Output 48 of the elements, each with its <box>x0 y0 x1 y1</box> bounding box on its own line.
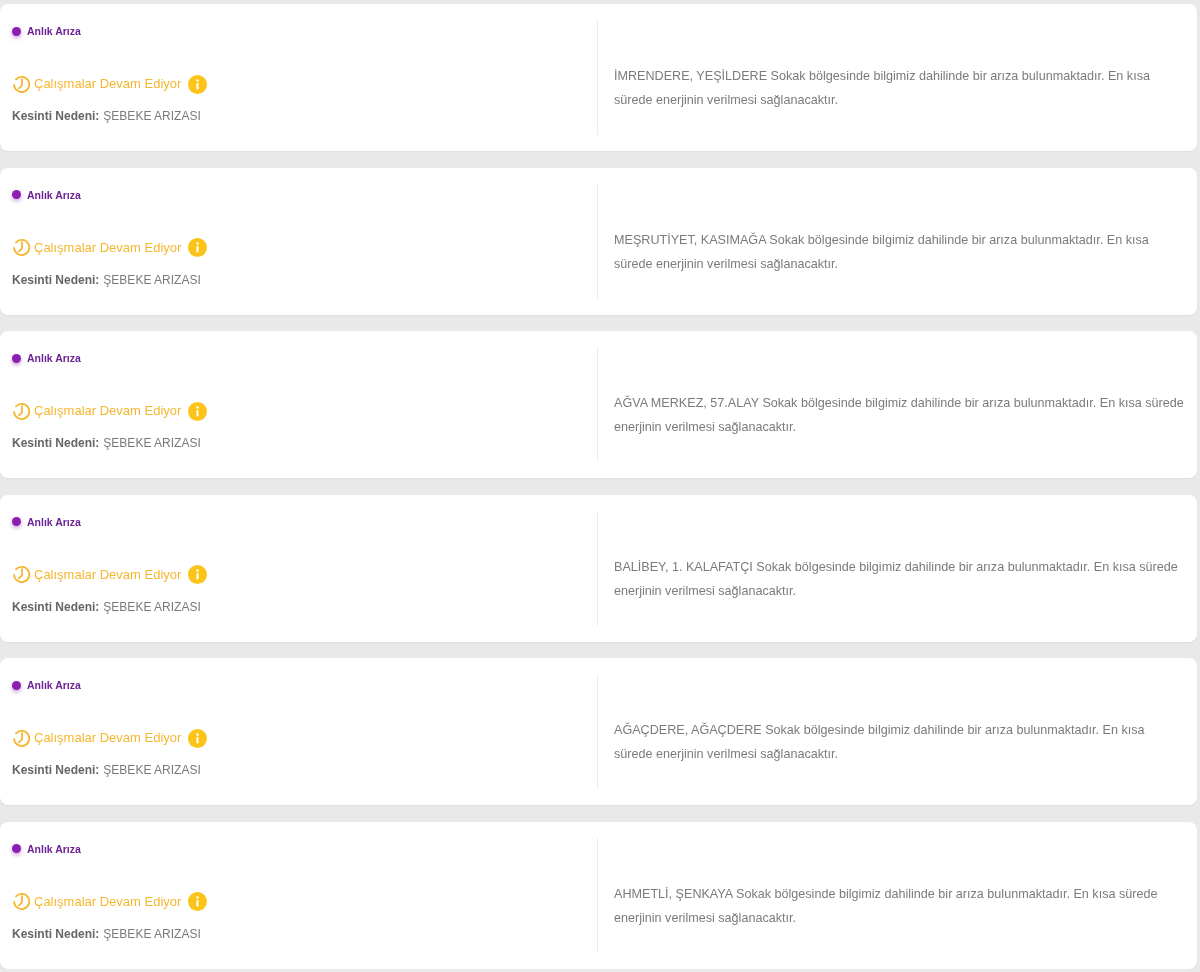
outage-description: AĞAÇDERE, AĞAÇDERE Sokak bölgesinde bilgimiz dahilinde bir arıza bulunmaktadır. En kısa sürede enerjinin verilmesi sağlanacaktır. <box>614 721 1146 764</box>
clock-icon <box>12 892 31 912</box>
reason-value: ŞEBEKE ARIZASI <box>103 598 201 615</box>
reason-label: Kesinti Nedeni: <box>12 762 100 779</box>
outage-description: AĞVA MERKEZ, 57.ALAY Sokak bölgesinde bilgimiz dahilinde bir arıza bulunmaktadır. En kısa sürede enerjinin verilmesi sağlanacaktır. <box>614 394 1185 437</box>
reason-value: ŞEBEKE ARIZASI <box>103 108 201 124</box>
info-icon[interactable] <box>188 892 208 912</box>
status-label: Anlık Arıza <box>27 187 81 202</box>
status-label: Anlık Arıza <box>27 841 81 856</box>
outage-description: İMRENDERE, YEŞİLDERE Sokak bölgesinde bilgimiz dahilinde bir arıza bulunmaktadır. En kısa sürede enerjinin verilmesi sağlanacaktır. <box>614 68 1151 109</box>
status-dot-icon <box>12 190 21 200</box>
clock-icon <box>12 401 31 421</box>
clock-icon <box>12 728 31 748</box>
status-dot-icon <box>12 26 21 36</box>
status-label: Anlık Arıza <box>27 24 81 38</box>
clock-icon <box>12 238 31 258</box>
outage-description: AHMETLİ, ŞENKAYA Sokak bölgesinde bilgimiz dahilinde bir arıza bulunmaktadır. En kısa sürede enerjinin verilmesi sağlanacaktır. <box>614 885 1159 927</box>
progress-status: Çalışmalar Devam Ediyor <box>34 892 182 911</box>
progress-status: Çalışmalar Devam Ediyor <box>34 729 182 748</box>
clock-icon <box>12 565 31 585</box>
status-dot-icon <box>12 680 21 690</box>
reason-label: Kesinti Nedeni: <box>12 598 100 615</box>
status-label: Anlık Arıza <box>27 351 81 366</box>
reason-label: Kesinti Nedeni: <box>12 435 100 452</box>
reason-value: ŞEBEKE ARIZASI <box>103 435 201 452</box>
outage-description: MEŞRUTİYET, KASIMAĞA Sokak bölgesinde bilgimiz dahilinde bir arıza bulunmaktadır. En kısa sürede enerjinin verilmesi sağlanacaktır. <box>614 231 1150 273</box>
clock-icon <box>12 74 31 94</box>
info-icon[interactable] <box>188 565 208 585</box>
info-icon[interactable] <box>188 238 208 258</box>
reason-label: Kesinti Nedeni: <box>12 925 100 942</box>
reason-label: Kesinti Nedeni: <box>12 108 100 124</box>
progress-status: Çalışmalar Devam Ediyor <box>34 402 182 421</box>
info-icon[interactable] <box>188 74 208 94</box>
outage-description: BALİBEY, 1. KALAFATÇI Sokak bölgesinde bilgimiz dahilinde bir arıza bulunmaktadır. En kısa sürede enerjinin verilmesi sağlanacaktır. <box>614 558 1179 600</box>
status-label: Anlık Arıza <box>27 678 81 693</box>
status-dot-icon <box>12 353 21 363</box>
status-label: Anlık Arıza <box>27 514 81 529</box>
progress-status: Çalışmalar Devam Ediyor <box>34 238 182 257</box>
info-icon[interactable] <box>188 401 208 421</box>
status-dot-icon <box>12 517 21 527</box>
reason-value: ŞEBEKE ARIZASI <box>103 271 201 288</box>
progress-status: Çalışmalar Devam Ediyor <box>34 565 182 584</box>
reason-value: ŞEBEKE ARIZASI <box>103 925 201 942</box>
progress-status: Çalışmalar Devam Ediyor <box>34 75 182 93</box>
reason-label: Kesinti Nedeni: <box>12 271 100 288</box>
reason-value: ŞEBEKE ARIZASI <box>103 762 201 779</box>
info-icon[interactable] <box>188 728 208 748</box>
status-dot-icon <box>12 844 21 854</box>
